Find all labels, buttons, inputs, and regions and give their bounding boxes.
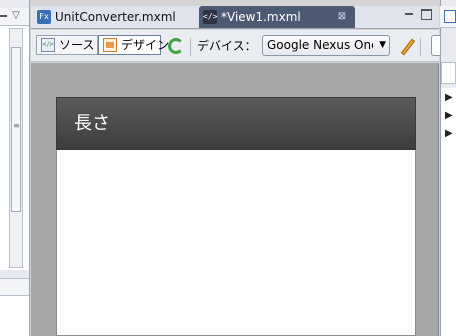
left-bottom-content bbox=[0, 296, 29, 336]
tab-unitconverter[interactable]: Fx UnitConverter.mxml bbox=[33, 6, 198, 28]
tab-label: *View1.mxml bbox=[221, 10, 301, 24]
refresh-icon[interactable] bbox=[168, 38, 184, 54]
tab-label: UnitConverter.mxml bbox=[55, 10, 176, 24]
app-action-bar[interactable] bbox=[56, 97, 416, 150]
minimize-editor-icon[interactable] bbox=[403, 8, 415, 20]
design-icon bbox=[103, 38, 117, 52]
left-bottom-header bbox=[0, 278, 29, 296]
expand-arrow-icon[interactable]: ▶ bbox=[445, 92, 456, 104]
pencil-icon[interactable] bbox=[400, 38, 416, 56]
toolbar-separator bbox=[190, 38, 191, 56]
toolbar-separator bbox=[420, 38, 421, 56]
chevron-down-icon[interactable]: ▽ bbox=[9, 8, 23, 24]
expand-arrow-icon[interactable]: ▶ bbox=[445, 128, 456, 140]
editor-tab-bar: Fx UnitConverter.mxml </> *View1.mxml ⊠ bbox=[31, 6, 439, 29]
mxml-view-icon: </> bbox=[203, 10, 217, 24]
expand-arrow-icon[interactable]: ▶ bbox=[445, 110, 456, 122]
design-toolbar: ソース デザイン デバイス： Google Nexus One ▼ bbox=[31, 30, 443, 62]
design-label: デザイン bbox=[121, 38, 170, 52]
outline-icon[interactable] bbox=[444, 10, 456, 23]
scrollbar-thumb[interactable]: ≡ bbox=[11, 47, 21, 212]
tab-view1[interactable]: </> *View1.mxml ⊠ bbox=[199, 6, 355, 28]
left-scrollbar[interactable]: ≡ bbox=[9, 28, 23, 268]
design-button[interactable]: デザイン bbox=[98, 35, 169, 55]
device-label: デバイス： bbox=[197, 39, 257, 53]
maximize-editor-icon[interactable] bbox=[421, 9, 432, 20]
source-label: ソース bbox=[59, 38, 95, 52]
app-title: 長さ bbox=[74, 113, 110, 134]
device-select[interactable]: Google Nexus One ▼ bbox=[262, 35, 390, 56]
source-button[interactable]: ソース bbox=[36, 35, 98, 55]
grip-icon: ≡ bbox=[13, 121, 20, 130]
mxml-file-icon: Fx bbox=[37, 10, 51, 24]
right-panel-field[interactable] bbox=[441, 62, 456, 84]
minimize-icon[interactable] bbox=[0, 10, 8, 22]
right-panel-content bbox=[441, 88, 456, 336]
device-value: Google Nexus One bbox=[267, 38, 373, 52]
chevron-down-icon: ▼ bbox=[379, 40, 386, 50]
source-icon bbox=[41, 38, 55, 52]
close-icon[interactable]: ⊠ bbox=[336, 11, 348, 23]
